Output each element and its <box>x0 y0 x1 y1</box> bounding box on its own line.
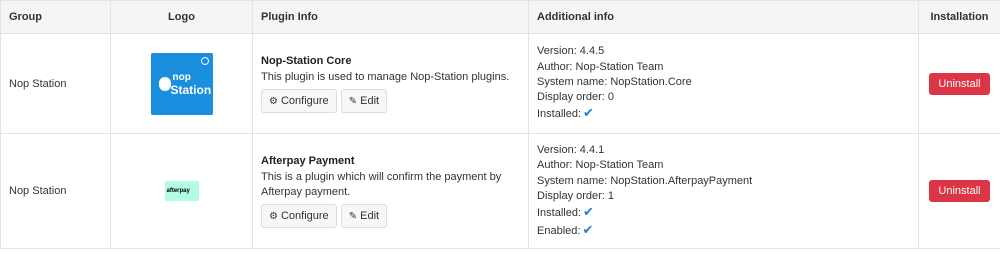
logo-text-line2: Station <box>170 82 212 97</box>
enabled-status: Enabled: ✔ <box>537 222 910 239</box>
pencil-icon: ✎ <box>348 96 358 107</box>
column-header-plugin-info[interactable]: Plugin Info <box>252 0 529 34</box>
pencil-icon: ✎ <box>348 211 358 222</box>
edit-button[interactable]: ✎ Edit <box>340 204 388 228</box>
plugin-description: This is a plugin which will confirm the … <box>261 171 502 198</box>
enabled-label: Enabled: <box>537 224 581 237</box>
version-text: Version: 4.4.1 <box>537 144 605 157</box>
configure-label: Configure <box>280 95 329 107</box>
plugins-table-wrapper: Group Logo Plugin Info Additional info I… <box>0 0 1000 249</box>
edit-label: Edit <box>360 95 380 107</box>
nop-station-logo: nop Station <box>150 52 213 115</box>
checkmark-icon: ✔ <box>583 105 594 121</box>
edit-button[interactable]: ✎ Edit <box>340 89 388 113</box>
gear-icon: ⚙ <box>269 96 278 107</box>
additional-info-cell: Version: 4.4.5 Author: Nop-Station Team … <box>528 33 919 134</box>
checkmark-icon: ✔ <box>583 204 594 220</box>
logo-cell: nop Station <box>110 33 253 134</box>
plugin-info-cell: Nop-Station Core This plugin is used to … <box>252 33 529 134</box>
afterpay-logo: afterpay <box>164 181 199 201</box>
plugin-name: Nop-Station Core <box>261 55 352 67</box>
plugin-name: Afterpay Payment <box>261 155 355 167</box>
configure-button[interactable]: ⚙ Configure <box>261 89 337 113</box>
system-name-text: System name: NopStation.Core <box>537 75 692 88</box>
plugin-actions: ⚙ Configure ✎ Edit <box>261 204 520 228</box>
installation-cell: Uninstall <box>918 33 1000 134</box>
configure-button[interactable]: ⚙ Configure <box>261 204 337 228</box>
logo-cell: afterpay <box>110 133 253 249</box>
plugin-description: This plugin is used to manage Nop-Statio… <box>261 71 510 83</box>
installed-status: Installed: ✔ <box>537 105 910 122</box>
afterpay-logo-text: afterpay <box>166 188 190 194</box>
uninstall-button[interactable]: Uninstall <box>929 180 990 202</box>
version-text: Version: 4.4.5 <box>537 45 605 58</box>
edit-label: Edit <box>360 210 380 222</box>
column-header-logo[interactable]: Logo <box>110 0 253 34</box>
logo-mark-icon <box>158 76 171 91</box>
installed-label: Installed: <box>537 207 582 220</box>
group-cell: Nop Station <box>0 33 111 134</box>
display-order-text: Display order: 1 <box>537 190 615 202</box>
logo-text-line1: nop <box>172 71 191 83</box>
configure-label: Configure <box>280 210 329 222</box>
plugin-info-cell: Afterpay Payment This is a plugin which … <box>252 133 529 249</box>
additional-info-cell: Version: 4.4.1 Author: Nop-Station Team … <box>528 133 919 249</box>
logo-badge-icon <box>200 56 209 65</box>
installed-status: Installed: ✔ <box>537 204 910 221</box>
table-row: Nop Station nop Station Nop-Station Core… <box>0 33 1000 134</box>
column-header-additional-info[interactable]: Additional info <box>528 0 919 34</box>
installation-cell: Uninstall <box>918 133 1000 249</box>
system-name-text: System name: NopStation.AfterpayPayment <box>537 174 753 187</box>
column-header-group[interactable]: Group <box>0 0 111 34</box>
installed-label: Installed: <box>537 108 582 121</box>
uninstall-button[interactable]: Uninstall <box>929 72 990 95</box>
display-order-text: Display order: 0 <box>537 91 615 104</box>
table-row: Nop Station afterpay Afterpay Payment Th… <box>0 133 1000 249</box>
group-cell: Nop Station <box>0 133 111 249</box>
plugin-actions: ⚙ Configure ✎ Edit <box>261 89 520 113</box>
column-header-installation[interactable]: Installation <box>918 0 1000 34</box>
author-text: Author: Nop-Station Team <box>537 159 664 172</box>
author-text: Author: Nop-Station Team <box>537 60 664 73</box>
checkmark-icon: ✔ <box>582 221 594 237</box>
gear-icon: ⚙ <box>269 211 278 222</box>
plugins-table: Group Logo Plugin Info Additional info I… <box>0 0 1000 249</box>
table-header-row: Group Logo Plugin Info Additional info I… <box>0 0 1000 34</box>
